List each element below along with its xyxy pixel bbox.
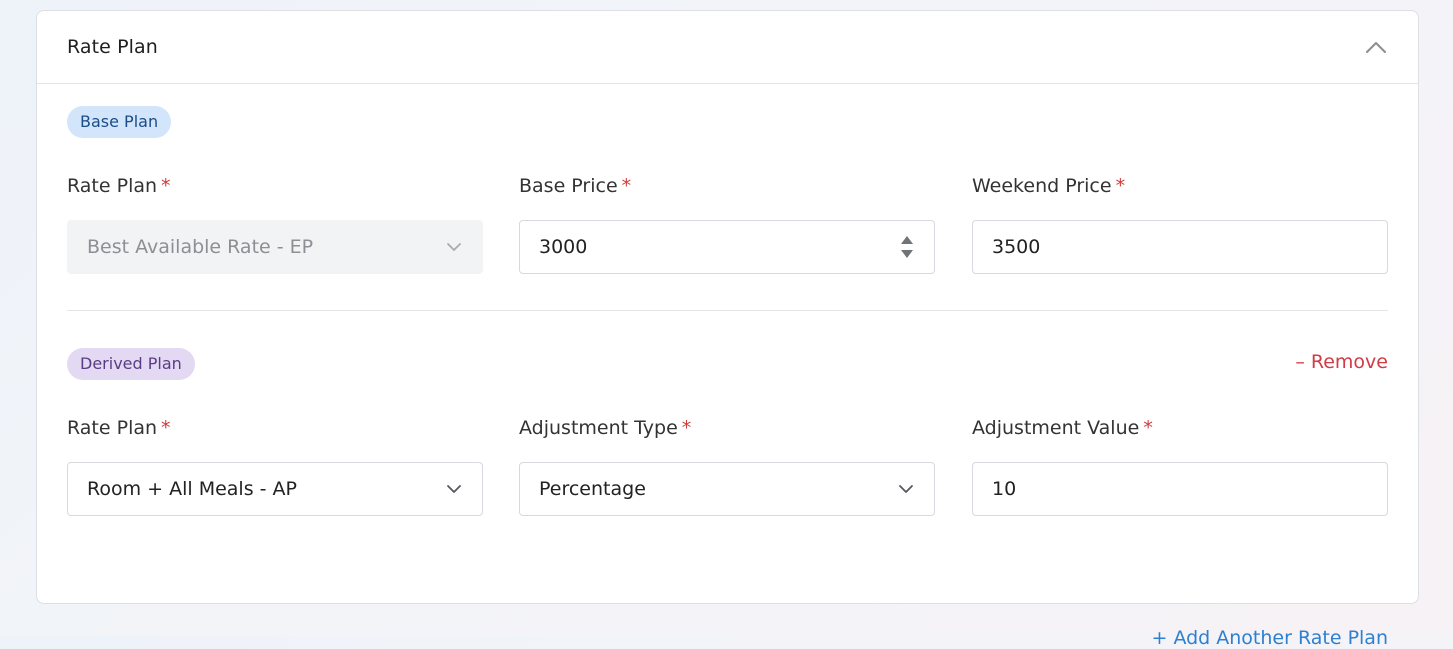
section-divider	[67, 310, 1388, 311]
adjustment-value-value: 10	[992, 478, 1017, 500]
derived-plan-badge: Derived Plan	[67, 348, 195, 380]
required-mark: *	[1115, 175, 1126, 197]
adjustment-value-input[interactable]: 10	[972, 462, 1388, 516]
required-mark: *	[1143, 417, 1153, 439]
base-price-value: 3000	[539, 236, 588, 258]
adjustment-value-field: Adjustment Value * 10	[972, 416, 1388, 516]
derived-rate-plan-field: Rate Plan * Room + All Meals - AP	[67, 416, 483, 516]
adjustment-type-label: Adjustment Type	[519, 417, 678, 439]
base-rate-plan-field: Rate Plan * Best Available Rate - EP	[67, 174, 483, 274]
required-mark: *	[161, 417, 171, 439]
base-plan-badge: Base Plan	[67, 106, 172, 138]
base-rate-plan-select[interactable]: Best Available Rate - EP	[67, 220, 483, 274]
base-price-field: Base Price * 3000	[519, 174, 935, 274]
number-stepper-icon[interactable]	[900, 234, 914, 260]
required-mark: *	[621, 175, 632, 197]
derived-rate-plan-value: Room + All Meals - AP	[87, 478, 297, 500]
required-mark: *	[161, 175, 171, 197]
adjustment-value-label: Adjustment Value	[972, 417, 1140, 439]
derived-rate-plan-select[interactable]: Room + All Meals - AP	[67, 462, 483, 516]
base-rate-plan-label: Rate Plan	[67, 175, 158, 197]
base-price-label: Base Price	[519, 175, 618, 197]
weekend-price-input[interactable]: 3500	[972, 220, 1388, 274]
section-title: Rate Plan	[67, 36, 158, 58]
chevron-up-icon[interactable]	[1364, 35, 1388, 59]
base-rate-plan-value: Best Available Rate - EP	[87, 236, 314, 258]
adjustment-type-select[interactable]: Percentage	[519, 462, 935, 516]
base-price-input[interactable]: 3000	[519, 220, 935, 274]
weekend-price-label: Weekend Price	[972, 175, 1112, 197]
chevron-down-icon	[446, 484, 462, 494]
required-mark: *	[681, 417, 692, 439]
adjustment-type-field: Adjustment Type * Percentage	[519, 416, 935, 516]
card-header[interactable]: Rate Plan	[37, 11, 1418, 84]
chevron-down-icon	[898, 484, 914, 494]
adjustment-type-value: Percentage	[539, 478, 646, 500]
rate-plan-card: Rate Plan Base Plan Rate Plan * Best Avai…	[36, 10, 1419, 649]
weekend-price-value: 3500	[992, 236, 1041, 258]
weekend-price-field: Weekend Price * 3500	[972, 174, 1388, 274]
derived-rate-plan-label: Rate Plan	[67, 417, 158, 439]
add-another-rate-plan-link[interactable]: + Add Another Rate Plan	[1151, 627, 1388, 649]
chevron-down-icon	[446, 242, 462, 252]
remove-derived-plan-link[interactable]: – Remove	[1295, 351, 1388, 373]
